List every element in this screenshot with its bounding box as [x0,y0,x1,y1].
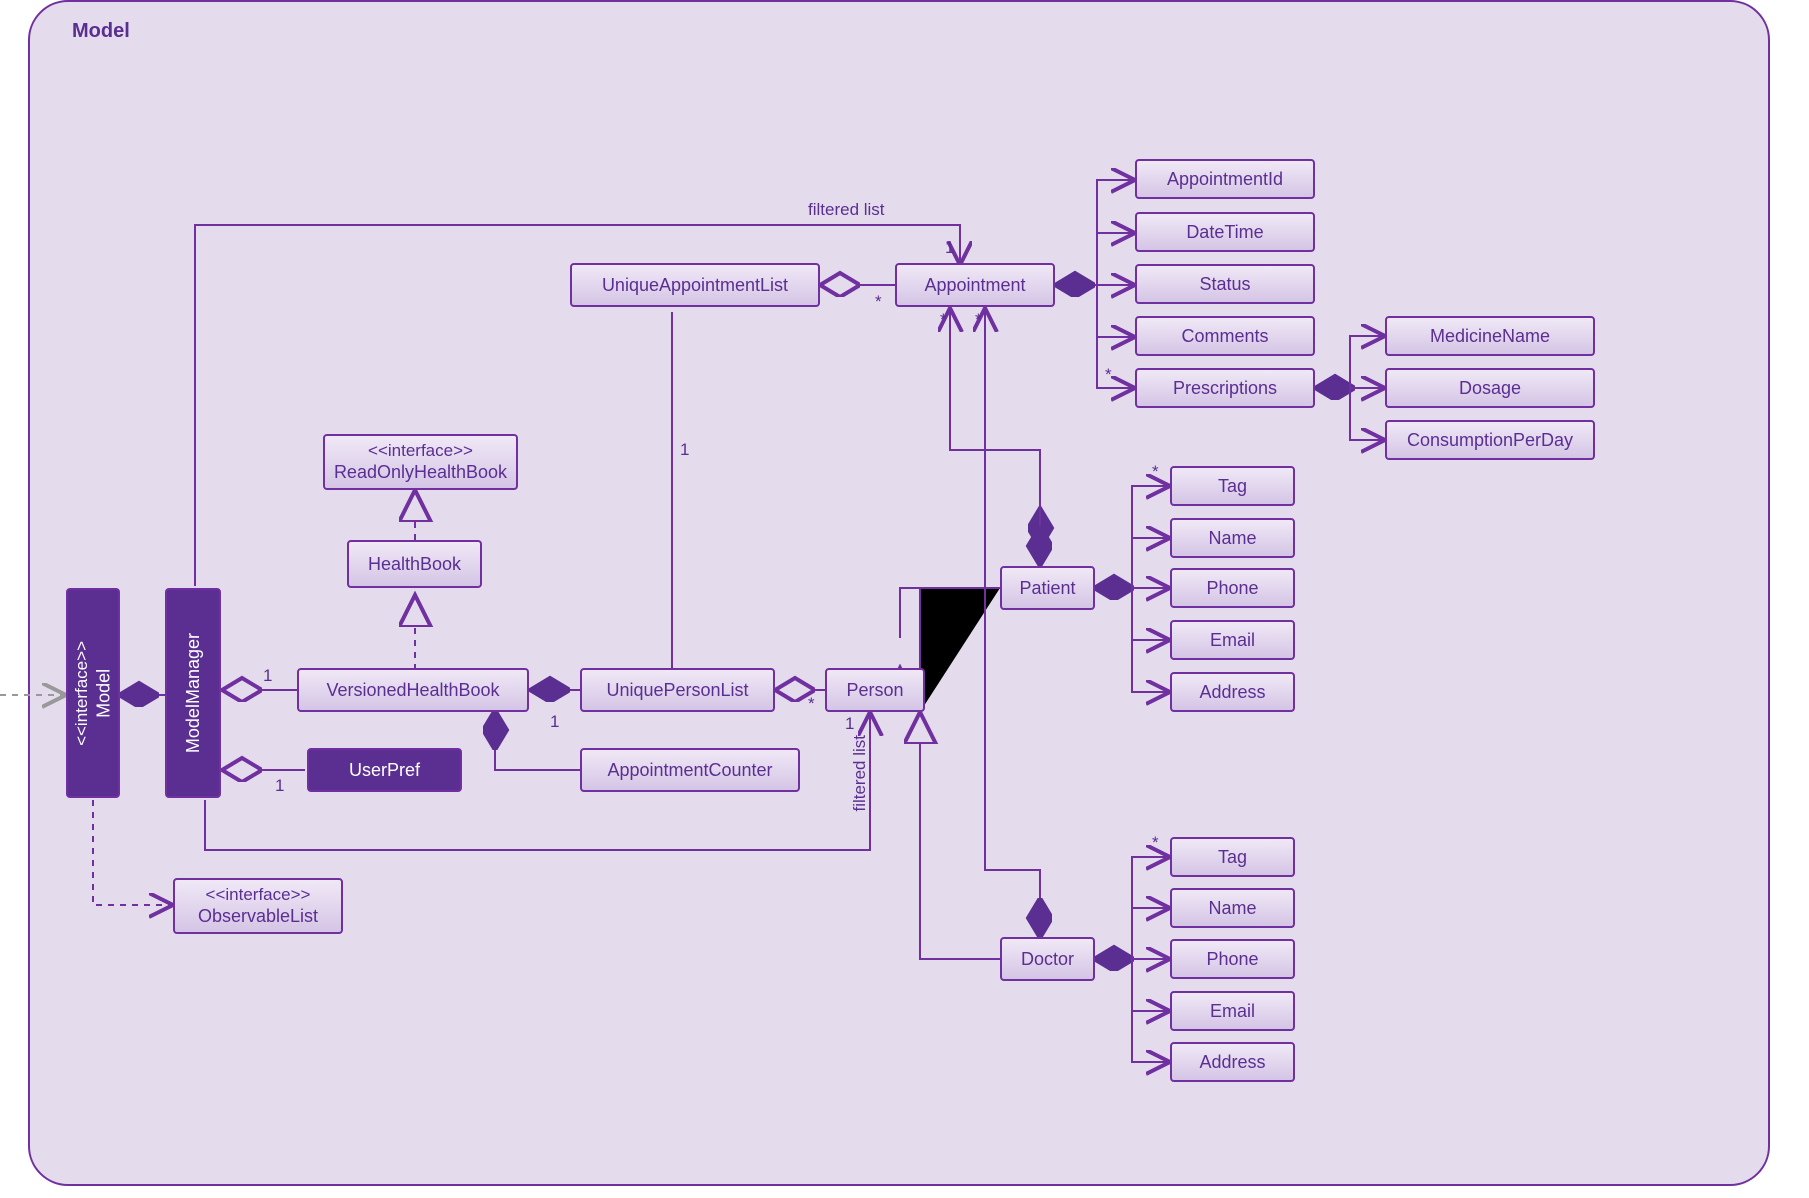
readonly-healthbook: <<interface>> ReadOnlyHealthBook [323,434,518,490]
class-name: ModelManager [182,633,205,753]
mult-ual-apt-star: * [875,292,882,312]
class-name: ConsumptionPerDay [1407,429,1573,452]
userpref: UserPref [307,748,462,792]
class-name: DateTime [1186,221,1263,244]
consumptionperday: ConsumptionPerDay [1385,420,1595,460]
stereotype-label: <<interface>> [206,885,311,905]
mult-dtag-star: * [1152,833,1159,853]
patient-address: Address [1170,672,1295,712]
class-name: Email [1210,629,1255,652]
status: Status [1135,264,1315,304]
mult-ptag-star: * [1152,462,1159,482]
mult-upl-person-star: * [808,694,815,714]
class-name: Name [1208,527,1256,550]
class-name: Tag [1218,475,1247,498]
mult-apt-patient-star: * [940,310,947,330]
model-interface: <<interface>> Model [66,588,120,798]
class-name: Person [846,679,903,702]
appointmentid: AppointmentId [1135,159,1315,199]
class-name: Phone [1206,577,1258,600]
doctor: Doctor [1000,937,1095,981]
package-title: Model [72,20,130,43]
doctor-phone: Phone [1170,939,1295,979]
class-name: ObservableList [198,905,318,928]
class-name: Doctor [1021,948,1074,971]
class-name: VersionedHealthBook [326,679,499,702]
prescriptions: Prescriptions [1135,368,1315,408]
class-name: Email [1210,1000,1255,1023]
class-name: UniquePersonList [606,679,748,702]
mult-mm-up: 1 [275,776,284,796]
class-name: Comments [1181,325,1268,348]
class-name: Dosage [1459,377,1521,400]
class-name: Model [92,641,115,746]
comments: Comments [1135,316,1315,356]
stereotype-label: <<interface>> [72,641,92,746]
medicinename: MedicineName [1385,316,1595,356]
class-name: Tag [1218,846,1247,869]
class-name: Address [1199,681,1265,704]
mult-vhb-ual: 1 [680,440,689,460]
appointment-counter: AppointmentCounter [580,748,800,792]
mult-ual-apt-one: 1 [945,238,954,258]
unique-person-list: UniquePersonList [580,668,775,712]
mult-apt-doctor-star: * [975,310,982,330]
class-name: Address [1199,1051,1265,1074]
class-name: Patient [1019,577,1075,600]
unique-appointment-list: UniqueAppointmentList [570,263,820,307]
class-name: ReadOnlyHealthBook [334,461,507,484]
doctor-address: Address [1170,1042,1295,1082]
class-name: Phone [1206,948,1258,971]
mult-vhb-upl: 1 [550,712,559,732]
healthbook: HealthBook [347,540,482,588]
stereotype-label: <<interface>> [368,441,473,461]
class-name: UserPref [349,759,420,782]
model-manager: ModelManager [165,588,221,798]
patient-tag: Tag [1170,466,1295,506]
patient: Patient [1000,566,1095,610]
observable-list: <<interface>> ObservableList [173,878,343,934]
label-filtered-list-apt: filtered list [808,200,885,220]
class-name: MedicineName [1430,325,1550,348]
doctor-email: Email [1170,991,1295,1031]
class-name: Prescriptions [1173,377,1277,400]
patient-name: Name [1170,518,1295,558]
doctor-name: Name [1170,888,1295,928]
class-name: Name [1208,897,1256,920]
dosage: Dosage [1385,368,1595,408]
class-name: AppointmentId [1167,168,1283,191]
versioned-healthbook: VersionedHealthBook [297,668,529,712]
class-name: Status [1199,273,1250,296]
class-name: AppointmentCounter [607,759,772,782]
mult-mm-vhb: 1 [263,666,272,686]
person: Person [825,668,925,712]
doctor-tag: Tag [1170,837,1295,877]
class-name: HealthBook [368,553,461,576]
appointment: Appointment [895,263,1055,307]
patient-phone: Phone [1170,568,1295,608]
patient-email: Email [1170,620,1295,660]
mult-person-one: 1 [845,714,854,734]
class-name: UniqueAppointmentList [602,274,788,297]
uml-diagram-canvas: Model [0,0,1809,1198]
class-name: Appointment [924,274,1025,297]
mult-pres-star: * [1105,365,1112,385]
label-filtered-list-person: filtered list [850,735,870,812]
model-package: Model [28,0,1770,1186]
datetime: DateTime [1135,212,1315,252]
